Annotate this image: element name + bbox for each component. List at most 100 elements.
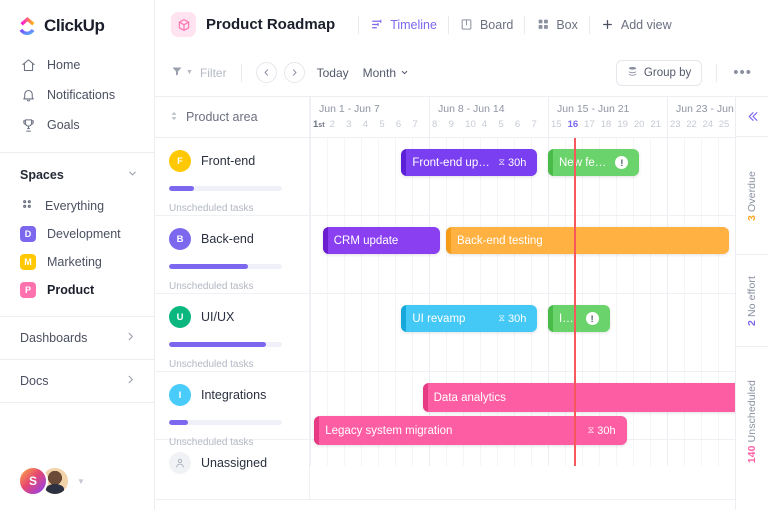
group-by-button[interactable]: Group by (615, 59, 703, 86)
row-label: Back-end (201, 232, 254, 246)
sidebar-item-docs[interactable]: Docs (0, 362, 154, 400)
zoom-level-select[interactable]: Month (363, 66, 409, 80)
zoom-level-label: Month (362, 65, 396, 80)
task-bar[interactable]: CRM update (322, 227, 440, 254)
week-column-4: Jun 23 - Jun 23 22 24 25 (667, 97, 735, 138)
row-header-content: F Front-end (169, 150, 309, 172)
task-bar[interactable]: Back-end testing (446, 227, 729, 254)
day-number: 1st (313, 119, 325, 130)
row-header-content: B Back-end (169, 228, 309, 250)
unscheduled-tasks-label[interactable]: Unscheduled tasks (169, 359, 309, 370)
left-sidebar: ClickUp Home Notifications Goals Spaces … (0, 0, 155, 510)
day-number: 16 (567, 119, 579, 130)
nav-label-notifications: Notifications (47, 88, 116, 102)
sidebar-divider-3 (0, 359, 154, 360)
task-bar-edge (322, 227, 328, 254)
row-progress-fill (169, 264, 249, 269)
task-bar[interactable]: Implem..! (548, 305, 610, 332)
timeline-container: Product area Jun 1 - Jun 7 1st 2 3 4 5 6 7 Jun 8… (155, 97, 768, 510)
unscheduled-tasks-label[interactable]: Unscheduled tasks (169, 281, 309, 292)
tab-timeline[interactable]: Timeline (370, 18, 437, 32)
filter-button[interactable]: ▼ Filter (171, 65, 227, 80)
timeline-date-header: Product area Jun 1 - Jun 7 1st 2 3 4 5 6 7 Jun 8… (155, 97, 735, 138)
sidebar-item-development[interactable]: D Development (0, 220, 154, 248)
board-icon (460, 18, 474, 32)
rail-segment-no-effort[interactable]: 2 No effort (736, 254, 768, 346)
nav-item-goals[interactable]: Goals (0, 110, 154, 140)
next-period-button[interactable] (283, 62, 305, 83)
trophy-icon (20, 117, 36, 133)
task-bar[interactable]: UI revamp ⧖ 30h (401, 305, 538, 332)
rail-segment-unscheduled[interactable]: 140 Unscheduled (736, 346, 768, 496)
row-header-content: U UI/UX (169, 306, 309, 328)
rail-segment-overdue[interactable]: 3 Overdue (736, 136, 768, 254)
task-bar-edge (446, 227, 451, 254)
row-track[interactable]: Data analytics Legacy system migration ⧖ 30… (310, 372, 735, 445)
chevron-down-icon: ▼ (77, 476, 85, 486)
clickup-logo-icon (18, 16, 37, 36)
header-divider (588, 15, 590, 34)
day-number: 4 (481, 119, 488, 130)
toolbar-divider (240, 63, 242, 82)
row-header-content: I Integrations (169, 384, 309, 406)
day-number-row: 15 16 17 18 19 20 21 (549, 115, 667, 130)
row-track[interactable]: Front-end upgrade ⧖30h New feature..! (310, 138, 735, 215)
space-avatar-development: D (20, 226, 36, 242)
group-column-label: Product area (186, 110, 258, 124)
chevron-right-icon (125, 331, 136, 345)
user-avatar-dock[interactable]: S ▼ (18, 466, 85, 496)
collapse-rail-button[interactable] (746, 97, 759, 126)
day-number-row: 8 9 10 4 5 6 7 (430, 115, 548, 130)
day-number: 17 (584, 119, 595, 130)
row-label: UI/UX (201, 310, 235, 324)
sidebar-item-product[interactable]: P Product (0, 276, 154, 304)
row-track[interactable]: CRM update Back-end testing (310, 216, 735, 293)
group-column-header[interactable]: Product area (155, 97, 310, 137)
task-bar[interactable]: Data analytics (422, 383, 735, 412)
day-number: 4 (362, 119, 369, 130)
sidebar-item-marketing[interactable]: M Marketing (0, 248, 154, 276)
day-number-row: 1st 2 3 4 5 6 7 (311, 115, 429, 130)
add-view-button[interactable]: Add view (601, 18, 672, 32)
timeline-scroll-area[interactable]: Product area Jun 1 - Jun 7 1st 2 3 4 5 6 7 Jun 8… (155, 97, 735, 510)
row-header-back-end[interactable]: B Back-end Unscheduled tasks (155, 216, 310, 293)
header-divider (358, 15, 360, 34)
header-divider (447, 15, 449, 34)
nav-item-notifications[interactable]: Notifications (0, 80, 154, 110)
sidebar-item-everything[interactable]: Everything (0, 191, 154, 220)
task-bar-label: Front-end upgrade (412, 156, 490, 169)
row-header-integrations[interactable]: I Integrations Unscheduled tasks (155, 372, 310, 448)
nav-label-goals: Goals (47, 118, 80, 132)
chevron-down-icon (400, 66, 409, 80)
row-header-unassigned[interactable]: Unassigned (155, 440, 310, 499)
row-header-ui-ux[interactable]: U UI/UX Unscheduled tasks (155, 294, 310, 371)
task-bar-meta: ! (615, 156, 629, 169)
primary-nav: Home Notifications Goals (0, 36, 154, 150)
sidebar-item-dashboards[interactable]: Dashboards (0, 319, 154, 357)
day-number: 5 (379, 119, 385, 130)
today-button[interactable]: Today (317, 66, 349, 80)
day-number-row: 23 22 24 25 (668, 115, 735, 130)
prev-period-button[interactable] (255, 62, 277, 83)
spaces-section-header[interactable]: Spaces (0, 155, 154, 191)
app-logo[interactable]: ClickUp (0, 0, 154, 36)
row-header-front-end[interactable]: F Front-end Unscheduled tasks (155, 138, 310, 215)
group-by-label: Group by (643, 66, 692, 79)
app-logo-text: ClickUp (44, 16, 105, 35)
hourglass-icon: ⧖ (587, 425, 595, 436)
week-range-label: Jun 1 - Jun 7 (319, 103, 380, 115)
tab-box[interactable]: Box (536, 18, 578, 32)
tab-board[interactable]: Board (460, 18, 513, 32)
rail-count-no-effort: 2 (746, 319, 758, 326)
unscheduled-tasks-label[interactable]: Unscheduled tasks (169, 203, 309, 214)
sidebar-divider-1 (0, 152, 154, 153)
task-bar[interactable]: Front-end upgrade ⧖30h (401, 149, 538, 176)
task-bar-edge (548, 305, 553, 332)
row-track[interactable] (310, 440, 735, 499)
row-progress-fill (169, 342, 267, 347)
row-track[interactable]: UI revamp ⧖30h Implem..! (310, 294, 735, 371)
more-options-button[interactable]: ••• (731, 64, 754, 81)
task-bar[interactable]: New feature..! (548, 149, 640, 176)
nav-item-home[interactable]: Home (0, 50, 154, 80)
day-number: 23 (670, 119, 681, 130)
